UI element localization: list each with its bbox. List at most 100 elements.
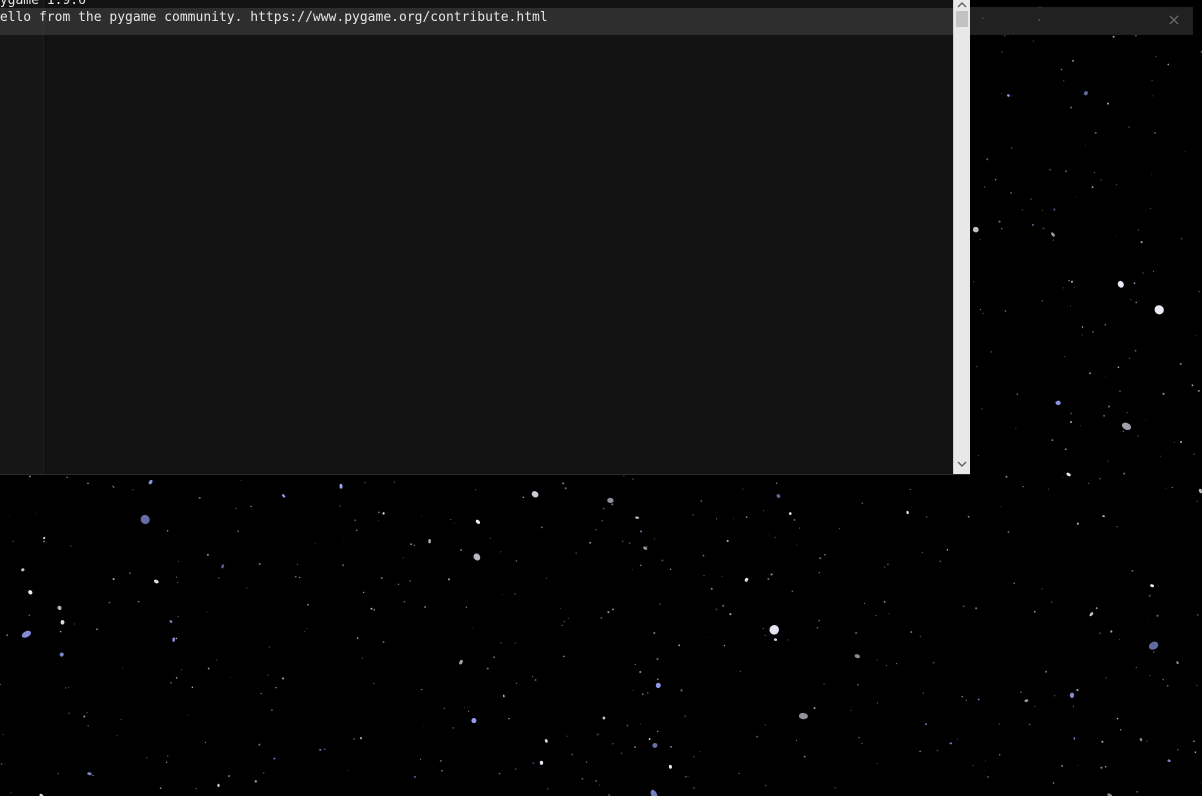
- star: [1148, 594, 1151, 597]
- star: [515, 560, 518, 562]
- star: [1128, 357, 1131, 360]
- star: [1122, 430, 1124, 432]
- star: [170, 682, 172, 684]
- star: [240, 479, 242, 482]
- star: [486, 667, 489, 670]
- star: [314, 542, 316, 544]
- star: [1171, 486, 1173, 488]
- star: [1070, 106, 1073, 109]
- star: [453, 522, 455, 524]
- star: [922, 692, 924, 694]
- star: [364, 481, 366, 484]
- scrollbar-thumb[interactable]: [956, 11, 968, 27]
- chevron-up-icon[interactable]: [954, 0, 970, 9]
- vertical-scrollbar[interactable]: [953, 0, 970, 474]
- star: [972, 764, 974, 766]
- star: [1042, 210, 1043, 211]
- star: [767, 577, 770, 580]
- star: [180, 669, 183, 671]
- star: [546, 577, 548, 579]
- star: [1159, 455, 1161, 457]
- star: [656, 658, 659, 661]
- star: [600, 617, 603, 619]
- star: [410, 543, 413, 546]
- star: [864, 603, 866, 604]
- star: [1010, 192, 1012, 194]
- star: [1156, 614, 1159, 617]
- star: [467, 710, 470, 713]
- star: [770, 573, 773, 576]
- star: [1152, 95, 1154, 97]
- star: [145, 757, 148, 759]
- star: [567, 617, 569, 619]
- star: [206, 611, 208, 613]
- star: [602, 507, 605, 510]
- star: [983, 186, 986, 188]
- star: [378, 511, 380, 514]
- star: [729, 613, 732, 616]
- star: [217, 576, 220, 579]
- star: [206, 553, 209, 556]
- star: [515, 768, 517, 770]
- star: [441, 769, 443, 772]
- star: [1087, 482, 1090, 485]
- star: [2, 733, 5, 736]
- star: [116, 735, 118, 737]
- star: [656, 678, 659, 681]
- star: [1142, 272, 1144, 274]
- star: [623, 475, 625, 477]
- star: [699, 751, 701, 753]
- star: [1081, 326, 1084, 328]
- star: [796, 544, 798, 546]
- star: [176, 576, 177, 578]
- star: [876, 702, 878, 704]
- star: [1062, 476, 1064, 478]
- star: [1020, 691, 1022, 694]
- star: [981, 408, 983, 410]
- star: [165, 761, 168, 763]
- star: [439, 759, 442, 762]
- star: [342, 564, 345, 567]
- star: [818, 571, 821, 574]
- star: [921, 552, 923, 554]
- star: [956, 738, 958, 740]
- console-output[interactable]: pygame 1.9.6 Hello from the pygame commu…: [0, 0, 953, 474]
- star: [450, 519, 452, 520]
- star: [230, 676, 232, 678]
- star: [612, 742, 614, 745]
- star: [282, 677, 285, 680]
- star: [1135, 666, 1138, 669]
- star: [640, 723, 642, 725]
- console-line-welcome: Hello from the pygame community. https:/…: [0, 10, 548, 25]
- star: [653, 538, 655, 540]
- star: [995, 179, 997, 181]
- star: [1191, 384, 1194, 387]
- star: [413, 544, 416, 546]
- star: [632, 478, 634, 480]
- star: [762, 509, 764, 512]
- star: [1140, 241, 1143, 244]
- star: [738, 772, 740, 775]
- star: [824, 554, 826, 556]
- console-panel: pygame 1.9.6 Hello from the pygame commu…: [0, 0, 970, 475]
- star: [973, 281, 975, 283]
- close-icon[interactable]: ×: [1164, 10, 1184, 30]
- star: [716, 518, 717, 520]
- star: [990, 351, 992, 353]
- star: [628, 542, 631, 544]
- star: [1041, 588, 1043, 590]
- star: [175, 677, 178, 679]
- star: [1000, 506, 1002, 508]
- star: [1053, 695, 1056, 697]
- star: [424, 606, 426, 608]
- star: [1166, 685, 1169, 687]
- star: [267, 674, 269, 676]
- chevron-down-icon[interactable]: [954, 456, 970, 472]
- star: [402, 557, 405, 559]
- star: [1151, 79, 1153, 82]
- star: [1179, 440, 1183, 444]
- star: [270, 709, 273, 712]
- star: [566, 735, 568, 737]
- star: [260, 692, 262, 695]
- star: [1030, 198, 1032, 201]
